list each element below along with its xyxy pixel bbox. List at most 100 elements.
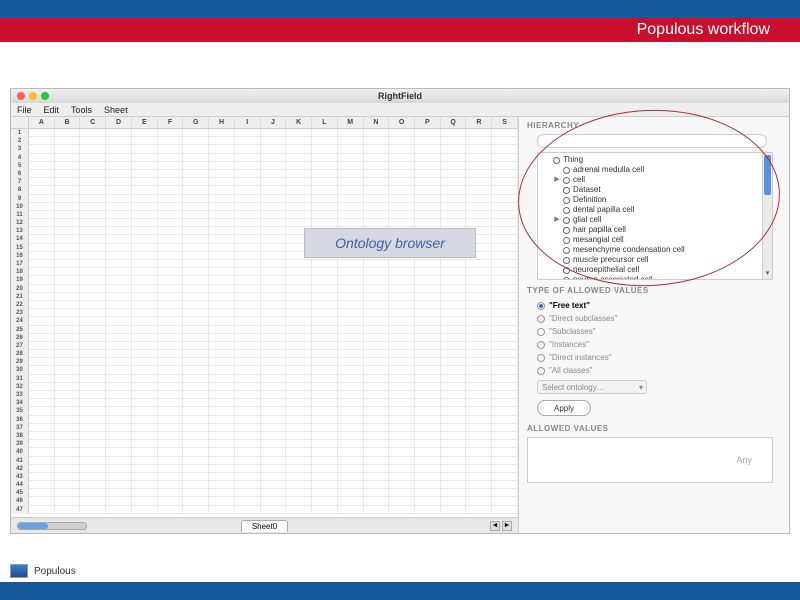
cell[interactable] (261, 448, 287, 456)
cell[interactable] (286, 506, 312, 514)
cell[interactable] (158, 432, 184, 440)
cell[interactable] (286, 268, 312, 276)
cell[interactable] (261, 268, 287, 276)
cell[interactable] (209, 170, 235, 178)
cell[interactable] (183, 178, 209, 186)
cell[interactable] (338, 170, 364, 178)
cell[interactable] (441, 481, 467, 489)
cell[interactable] (286, 473, 312, 481)
cell[interactable] (29, 399, 55, 407)
tree-node[interactable]: Definition (544, 195, 770, 205)
cell[interactable] (364, 407, 390, 415)
cell[interactable] (132, 276, 158, 284)
cell[interactable] (183, 309, 209, 317)
cell[interactable] (312, 497, 338, 505)
cell[interactable] (261, 227, 287, 235)
cell[interactable] (29, 334, 55, 342)
cell[interactable] (209, 235, 235, 243)
cell[interactable] (389, 195, 415, 203)
cell[interactable] (132, 481, 158, 489)
cell[interactable] (492, 399, 518, 407)
spreadsheet[interactable]: ABCDEFGHIJKLMNOPQRS 12345678910111213141… (11, 117, 519, 533)
cell[interactable] (364, 383, 390, 391)
disclosure-icon[interactable]: ▶ (554, 175, 560, 185)
cell[interactable] (29, 440, 55, 448)
cell[interactable] (441, 465, 467, 473)
cell[interactable] (415, 375, 441, 383)
cell[interactable] (209, 481, 235, 489)
cell[interactable] (183, 497, 209, 505)
cell[interactable] (364, 457, 390, 465)
tree-node[interactable]: mesenchyme condensation cell (544, 245, 770, 255)
column-header[interactable]: I (235, 117, 261, 128)
cell[interactable] (158, 416, 184, 424)
cell[interactable] (389, 342, 415, 350)
cell[interactable] (29, 465, 55, 473)
cell[interactable] (261, 497, 287, 505)
cell[interactable] (235, 268, 261, 276)
cell[interactable] (183, 244, 209, 252)
cell[interactable] (466, 162, 492, 170)
cell[interactable] (132, 473, 158, 481)
cell[interactable] (55, 342, 81, 350)
row-number[interactable]: 30 (11, 366, 29, 374)
cell[interactable] (80, 317, 106, 325)
cell[interactable] (80, 440, 106, 448)
cell[interactable] (132, 407, 158, 415)
row-number[interactable]: 4 (11, 154, 29, 162)
cell[interactable] (389, 268, 415, 276)
cell[interactable] (158, 424, 184, 432)
row-number[interactable]: 10 (11, 203, 29, 211)
menu-sheet[interactable]: Sheet (104, 105, 128, 115)
cell[interactable] (158, 440, 184, 448)
cell[interactable] (106, 334, 132, 342)
row-number[interactable]: 39 (11, 440, 29, 448)
row-number[interactable]: 18 (11, 268, 29, 276)
cell[interactable] (492, 416, 518, 424)
cell[interactable] (492, 358, 518, 366)
cell[interactable] (286, 465, 312, 473)
cell[interactable] (209, 293, 235, 301)
cell[interactable] (80, 506, 106, 514)
cell[interactable] (158, 268, 184, 276)
cell[interactable] (286, 162, 312, 170)
cell[interactable] (80, 489, 106, 497)
cell[interactable] (441, 137, 467, 145)
cell[interactable] (80, 170, 106, 178)
cell[interactable] (286, 489, 312, 497)
cell[interactable] (415, 342, 441, 350)
cell[interactable] (492, 227, 518, 235)
cell[interactable] (106, 350, 132, 358)
cell[interactable] (183, 334, 209, 342)
cell[interactable] (338, 334, 364, 342)
cell[interactable] (29, 317, 55, 325)
cell[interactable] (466, 383, 492, 391)
cell[interactable] (183, 391, 209, 399)
cell[interactable] (235, 326, 261, 334)
cell[interactable] (389, 383, 415, 391)
row-number[interactable]: 47 (11, 506, 29, 514)
cell[interactable] (106, 383, 132, 391)
menu-tools[interactable]: Tools (71, 105, 92, 115)
column-header[interactable]: G (183, 117, 209, 128)
cell[interactable] (286, 317, 312, 325)
cell[interactable] (132, 375, 158, 383)
cell[interactable] (235, 162, 261, 170)
cell[interactable] (80, 252, 106, 260)
cell[interactable] (312, 162, 338, 170)
cell[interactable] (29, 285, 55, 293)
cell[interactable] (158, 506, 184, 514)
row-number[interactable]: 42 (11, 465, 29, 473)
cell[interactable] (55, 416, 81, 424)
cell[interactable] (492, 178, 518, 186)
row-number[interactable]: 45 (11, 489, 29, 497)
cell[interactable] (158, 203, 184, 211)
cell[interactable] (209, 432, 235, 440)
cell[interactable] (364, 342, 390, 350)
cell[interactable] (55, 317, 81, 325)
cell[interactable] (286, 276, 312, 284)
cell[interactable] (286, 285, 312, 293)
cell[interactable] (132, 440, 158, 448)
cell[interactable] (209, 219, 235, 227)
row-number[interactable]: 14 (11, 235, 29, 243)
